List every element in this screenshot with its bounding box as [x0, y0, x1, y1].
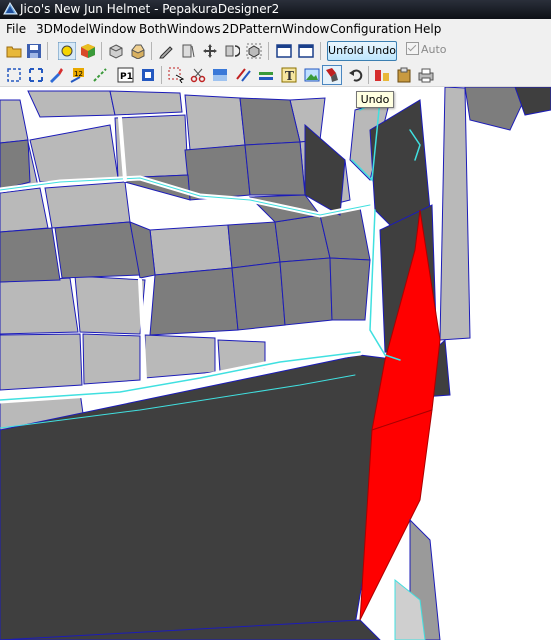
box-open-icon[interactable]: [130, 43, 146, 59]
mesh-face: [27, 90, 116, 118]
window-title: Jico's New Jun Helmet - PepakuraDesigner…: [20, 2, 280, 16]
view-3d-icon[interactable]: [58, 42, 76, 60]
image-icon[interactable]: [304, 67, 320, 83]
mesh-face: [304, 123, 346, 216]
text-icon[interactable]: T: [281, 67, 297, 83]
menu-bothwindows[interactable]: BothWindows: [137, 19, 222, 39]
arrange-icon[interactable]: [374, 67, 390, 83]
mesh-face: [74, 275, 146, 335]
helmet-3d-model: [0, 87, 551, 640]
mesh-face: [109, 90, 183, 116]
svg-text:P1: P1: [120, 72, 133, 82]
save-icon[interactable]: [26, 43, 42, 59]
move-icon[interactable]: [202, 43, 218, 59]
toolbar-separator: [368, 66, 369, 84]
mesh-face: [54, 221, 141, 279]
title-bar: Jico's New Jun Helmet - PepakuraDesigner…: [0, 0, 551, 19]
mesh-face: [514, 87, 551, 116]
fit-icon[interactable]: [28, 67, 44, 83]
edge-icon[interactable]: [92, 67, 108, 83]
mesh-face: [0, 277, 79, 335]
toolbar-separator: [101, 42, 102, 60]
flag-icon[interactable]: [140, 67, 156, 83]
stripe-icon[interactable]: [236, 67, 252, 83]
auto-checkbox[interactable]: Auto: [406, 42, 447, 58]
mesh-face: [279, 257, 333, 326]
select-rect-icon[interactable]: [6, 67, 22, 83]
mesh-face: [44, 181, 131, 229]
toolbar-separator: [161, 66, 162, 84]
cube-select-icon[interactable]: [246, 43, 262, 59]
mesh-face: [0, 333, 83, 391]
mesh-face: [149, 224, 233, 276]
number-icon[interactable]: 12: [70, 67, 86, 83]
undo-icon[interactable]: [348, 67, 364, 83]
mesh-face: [29, 124, 119, 183]
rotate-icon[interactable]: [224, 43, 240, 59]
window-split-icon[interactable]: [298, 43, 314, 59]
open-icon[interactable]: [6, 43, 22, 59]
menu-2dpatternwindow[interactable]: 2DPatternWindow: [220, 19, 331, 39]
menu-configuration[interactable]: Configuration: [328, 19, 413, 39]
paint-icon[interactable]: [48, 67, 64, 83]
mesh-face: [329, 257, 371, 321]
mesh-face: [0, 99, 29, 144]
svg-text:T: T: [285, 69, 294, 83]
mesh-face: [184, 94, 246, 151]
mesh-face: [0, 227, 61, 283]
print-icon[interactable]: [418, 67, 434, 83]
menu-bar: File 3DModelWindow BothWindows 2DPattern…: [0, 19, 551, 39]
toolbar-separator: [47, 42, 48, 60]
window-single-icon[interactable]: [276, 43, 292, 59]
mesh-face: [82, 333, 141, 385]
color-cube-icon[interactable]: [80, 43, 96, 59]
undo-tooltip: Undo: [356, 91, 394, 108]
mesh-face: [239, 97, 301, 146]
pepakura-app-icon: [3, 2, 18, 15]
mesh-face: [0, 187, 49, 233]
cut-icon[interactable]: [190, 67, 206, 83]
mesh-face: [227, 221, 281, 269]
model-3d-viewport[interactable]: [0, 87, 551, 640]
mesh-face: [149, 267, 239, 336]
page-icon[interactable]: P1: [117, 67, 134, 83]
mesh-face: [144, 334, 216, 379]
menu-file[interactable]: File: [4, 19, 28, 39]
mesh-face: [244, 141, 306, 196]
edit-toolbar: 12 P1 T: [0, 63, 551, 87]
select-arrow-icon[interactable]: [168, 67, 184, 83]
unfold-undo-button[interactable]: Unfold Undo: [327, 41, 397, 61]
menu-3dmodelwindow[interactable]: 3DModelWindow: [34, 19, 138, 39]
toolbar-separator: [268, 42, 269, 60]
auto-checkbox-label: Auto: [421, 43, 447, 56]
main-toolbar: Unfold Undo Auto: [0, 39, 551, 64]
box-icon[interactable]: [108, 43, 124, 59]
clipboard-icon[interactable]: [396, 67, 412, 83]
menu-help[interactable]: Help: [412, 19, 443, 39]
mesh-face: [231, 261, 286, 331]
line-icon[interactable]: [258, 67, 274, 83]
seam-gap: [138, 278, 147, 382]
fill-icon[interactable]: [212, 67, 228, 83]
pencil-icon[interactable]: [158, 43, 174, 59]
mesh-face: [184, 144, 251, 201]
mesh-face: [0, 139, 31, 191]
mesh-face: [439, 87, 471, 341]
toolbar-separator: [151, 42, 152, 60]
toolbar-separator: [320, 42, 321, 60]
auto-checkbox-box[interactable]: [406, 42, 419, 55]
undo-arrow-icon[interactable]: [322, 65, 342, 85]
crop-icon[interactable]: [180, 43, 196, 59]
